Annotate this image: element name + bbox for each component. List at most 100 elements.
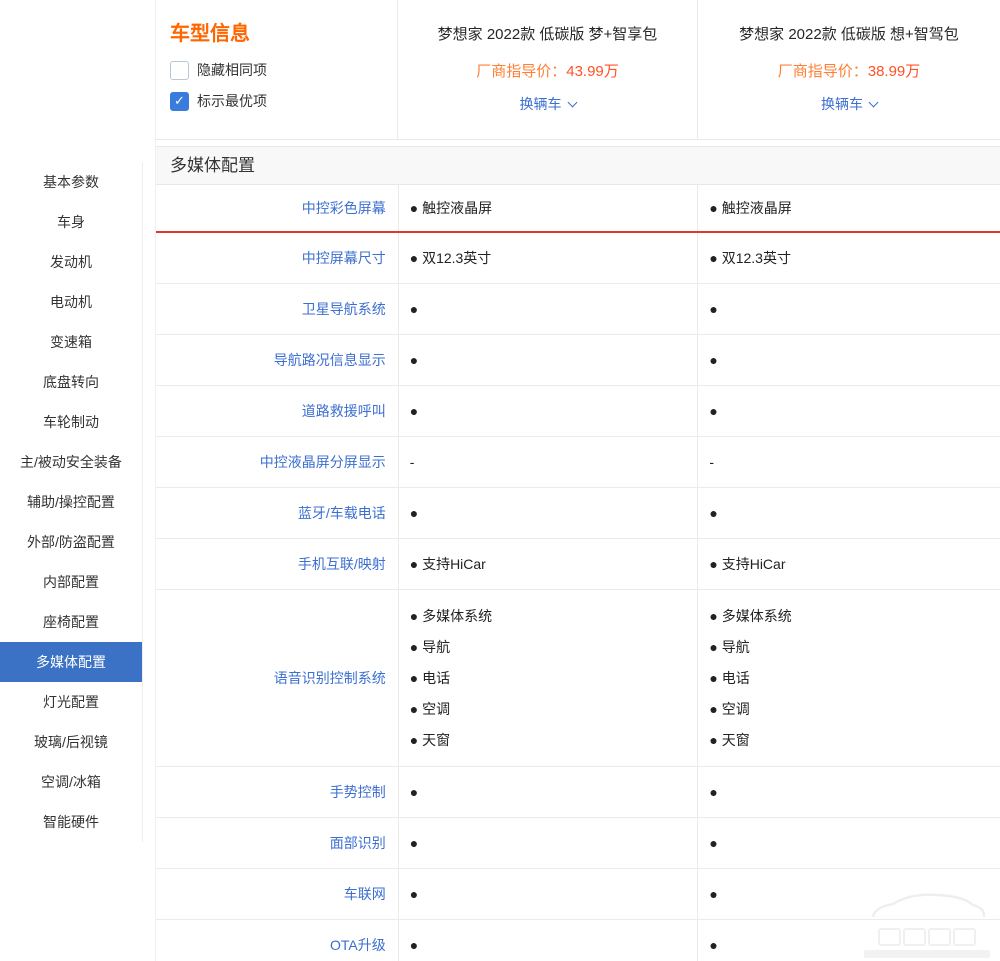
spec-label-link[interactable]: OTA升级 <box>156 920 398 961</box>
spec-value-col2: ● <box>697 869 1000 919</box>
sidebar-item[interactable]: 灯光配置 <box>0 682 142 722</box>
spec-value-col1: ● <box>398 335 698 385</box>
mark-best-checkbox[interactable] <box>170 92 189 111</box>
spec-row: 手势控制 ●● <box>156 767 1000 818</box>
mark-best-label: 标示最优项 <box>197 91 267 111</box>
spec-value-line: ● 支持HiCar <box>709 549 1000 580</box>
spec-label-link[interactable]: 语音识别控制系统 <box>156 590 398 766</box>
section-title: 多媒体配置 <box>170 156 255 175</box>
spec-value-line: ● <box>410 396 698 427</box>
spec-value-col2: ● <box>697 767 1000 817</box>
spec-label-link[interactable]: 道路救援呼叫 <box>156 386 398 436</box>
spec-value-line: ● 电话 <box>410 663 698 694</box>
car-price: 厂商指导价：43.99万 <box>398 60 697 81</box>
spec-label-link[interactable]: 中控液晶屏分屏显示 <box>156 437 398 487</box>
spec-value-col2: ● 支持HiCar <box>697 539 1000 589</box>
spec-value-line: ● 导航 <box>410 632 698 663</box>
hide-same-checkbox[interactable] <box>170 61 189 80</box>
sidebar-item[interactable]: 座椅配置 <box>0 602 142 642</box>
chevron-down-icon <box>869 97 879 107</box>
spec-value-line: ● <box>709 345 1000 376</box>
spec-row: 语音识别控制系统● 多媒体系统● 导航● 电话● 空调● 天窗● 多媒体系统● … <box>156 590 1000 767</box>
car-column-1: 梦想家 2022款 低碳版 梦+智享包 厂商指导价：43.99万 换辆车 <box>398 0 698 139</box>
spec-value-col1: ● <box>398 284 698 334</box>
spec-value-col2: ● 触控液晶屏 <box>697 185 1000 231</box>
spec-value-col1: ● 支持HiCar <box>398 539 698 589</box>
spec-value-line: ● <box>709 879 1000 910</box>
switch-car-link[interactable]: 换辆车 <box>821 94 877 114</box>
spec-value-line: ● <box>709 828 1000 859</box>
spec-value-line: ● <box>410 345 698 376</box>
spec-row: 车联网●● <box>156 869 1000 920</box>
compare-main: 车型信息 隐藏相同项 标示最优项 梦想家 2022款 低碳版 梦+智享包 厂商指… <box>155 0 1000 961</box>
spec-value-line: ● 多媒体系统 <box>709 601 1000 632</box>
car-name: 梦想家 2022款 低碳版 想+智驾包 <box>698 25 1000 45</box>
category-sidebar: 基本参数车身发动机电动机变速箱底盘转向车轮制动主/被动安全装备辅助/操控配置外部… <box>0 162 143 842</box>
hide-same-label: 隐藏相同项 <box>197 60 267 80</box>
spec-row: 蓝牙/车载电话 ●● <box>156 488 1000 539</box>
sidebar-item[interactable]: 空调/冰箱 <box>0 762 142 802</box>
spec-row: 导航路况信息显示 ● ● <box>156 335 1000 386</box>
sidebar-item[interactable]: 车轮制动 <box>0 402 142 442</box>
spec-value-line: ● 多媒体系统 <box>410 601 698 632</box>
spec-value-col2: - <box>697 437 1000 487</box>
spec-value-line: ● 天窗 <box>709 725 1000 756</box>
spec-value-line: ● 双12.3英寸 <box>410 243 698 274</box>
spec-value-line: ● <box>410 777 698 808</box>
switch-car-link[interactable]: 换辆车 <box>520 94 576 114</box>
spec-label-link[interactable]: 手势控制 <box>156 767 398 817</box>
sidebar-item[interactable]: 主/被动安全装备 <box>0 442 142 482</box>
spec-value-line: ● 双12.3英寸 <box>709 243 1000 274</box>
spec-value-col2: ● <box>697 818 1000 868</box>
spec-value-line: ● <box>410 294 698 325</box>
spec-row: 面部识别 ● ● <box>156 818 1000 869</box>
spec-value-line: ● 触控液晶屏 <box>410 193 698 224</box>
mark-best-option[interactable]: 标示最优项 <box>170 91 397 111</box>
spec-value-col1: ● 触控液晶屏 <box>398 185 698 231</box>
spec-label-link[interactable]: 卫星导航系统 <box>156 284 398 334</box>
sidebar-item[interactable]: 发动机 <box>0 242 142 282</box>
sidebar-item[interactable]: 车身 <box>0 202 142 242</box>
sidebar-item[interactable]: 电动机 <box>0 282 142 322</box>
spec-value-line: ● <box>410 498 698 529</box>
spec-value-col2: ● <box>697 386 1000 436</box>
spec-value-col2: ● <box>697 488 1000 538</box>
spec-value-col1: ● <box>398 767 698 817</box>
spec-value-line: ● <box>410 930 698 961</box>
spec-value-line: ● <box>709 294 1000 325</box>
spec-label-link[interactable]: 面部识别 <box>156 818 398 868</box>
spec-value-line: ● 空调 <box>709 694 1000 725</box>
sidebar-item[interactable]: 内部配置 <box>0 562 142 602</box>
spec-value-line: ● 导航 <box>709 632 1000 663</box>
spec-label-link[interactable]: 中控彩色屏幕 <box>156 185 398 231</box>
sidebar-item[interactable]: 外部/防盗配置 <box>0 522 142 562</box>
spec-label-link[interactable]: 车联网 <box>156 869 398 919</box>
sidebar-item[interactable]: 基本参数 <box>0 162 142 202</box>
spec-label-link[interactable]: 导航路况信息显示 <box>156 335 398 385</box>
spec-label-link[interactable]: 中控屏幕尺寸 <box>156 233 398 283</box>
spec-row: 手机互联/映射● 支持HiCar● 支持HiCar <box>156 539 1000 590</box>
spec-value-line: ● <box>709 930 1000 961</box>
sidebar-item[interactable]: 智能硬件 <box>0 802 142 842</box>
switch-car-label: 换辆车 <box>520 94 562 114</box>
compare-header: 车型信息 隐藏相同项 标示最优项 梦想家 2022款 低碳版 梦+智享包 厂商指… <box>156 0 1000 140</box>
spec-value-line: - <box>709 447 1000 478</box>
spec-label-link[interactable]: 蓝牙/车载电话 <box>156 488 398 538</box>
switch-car-label: 换辆车 <box>821 94 863 114</box>
sidebar-item-active[interactable]: 多媒体配置 <box>0 642 142 682</box>
sidebar-item[interactable]: 辅助/操控配置 <box>0 482 142 522</box>
spec-value-col1: ● <box>398 488 698 538</box>
sidebar-item[interactable]: 底盘转向 <box>0 362 142 402</box>
sidebar-item[interactable]: 变速箱 <box>0 322 142 362</box>
car-name: 梦想家 2022款 低碳版 梦+智享包 <box>398 25 697 45</box>
chevron-down-icon <box>567 97 577 107</box>
spec-value-line: ● <box>410 828 698 859</box>
spec-value-line: ● 空调 <box>410 694 698 725</box>
hide-same-option[interactable]: 隐藏相同项 <box>170 60 397 80</box>
page-title: 车型信息 <box>170 22 397 46</box>
sidebar-item[interactable]: 玻璃/后视镜 <box>0 722 142 762</box>
price-value: 38.99万 <box>868 63 921 80</box>
spec-label-link[interactable]: 手机互联/映射 <box>156 539 398 589</box>
car-price: 厂商指导价：38.99万 <box>698 60 1000 81</box>
spec-value-col1: ● <box>398 920 698 961</box>
